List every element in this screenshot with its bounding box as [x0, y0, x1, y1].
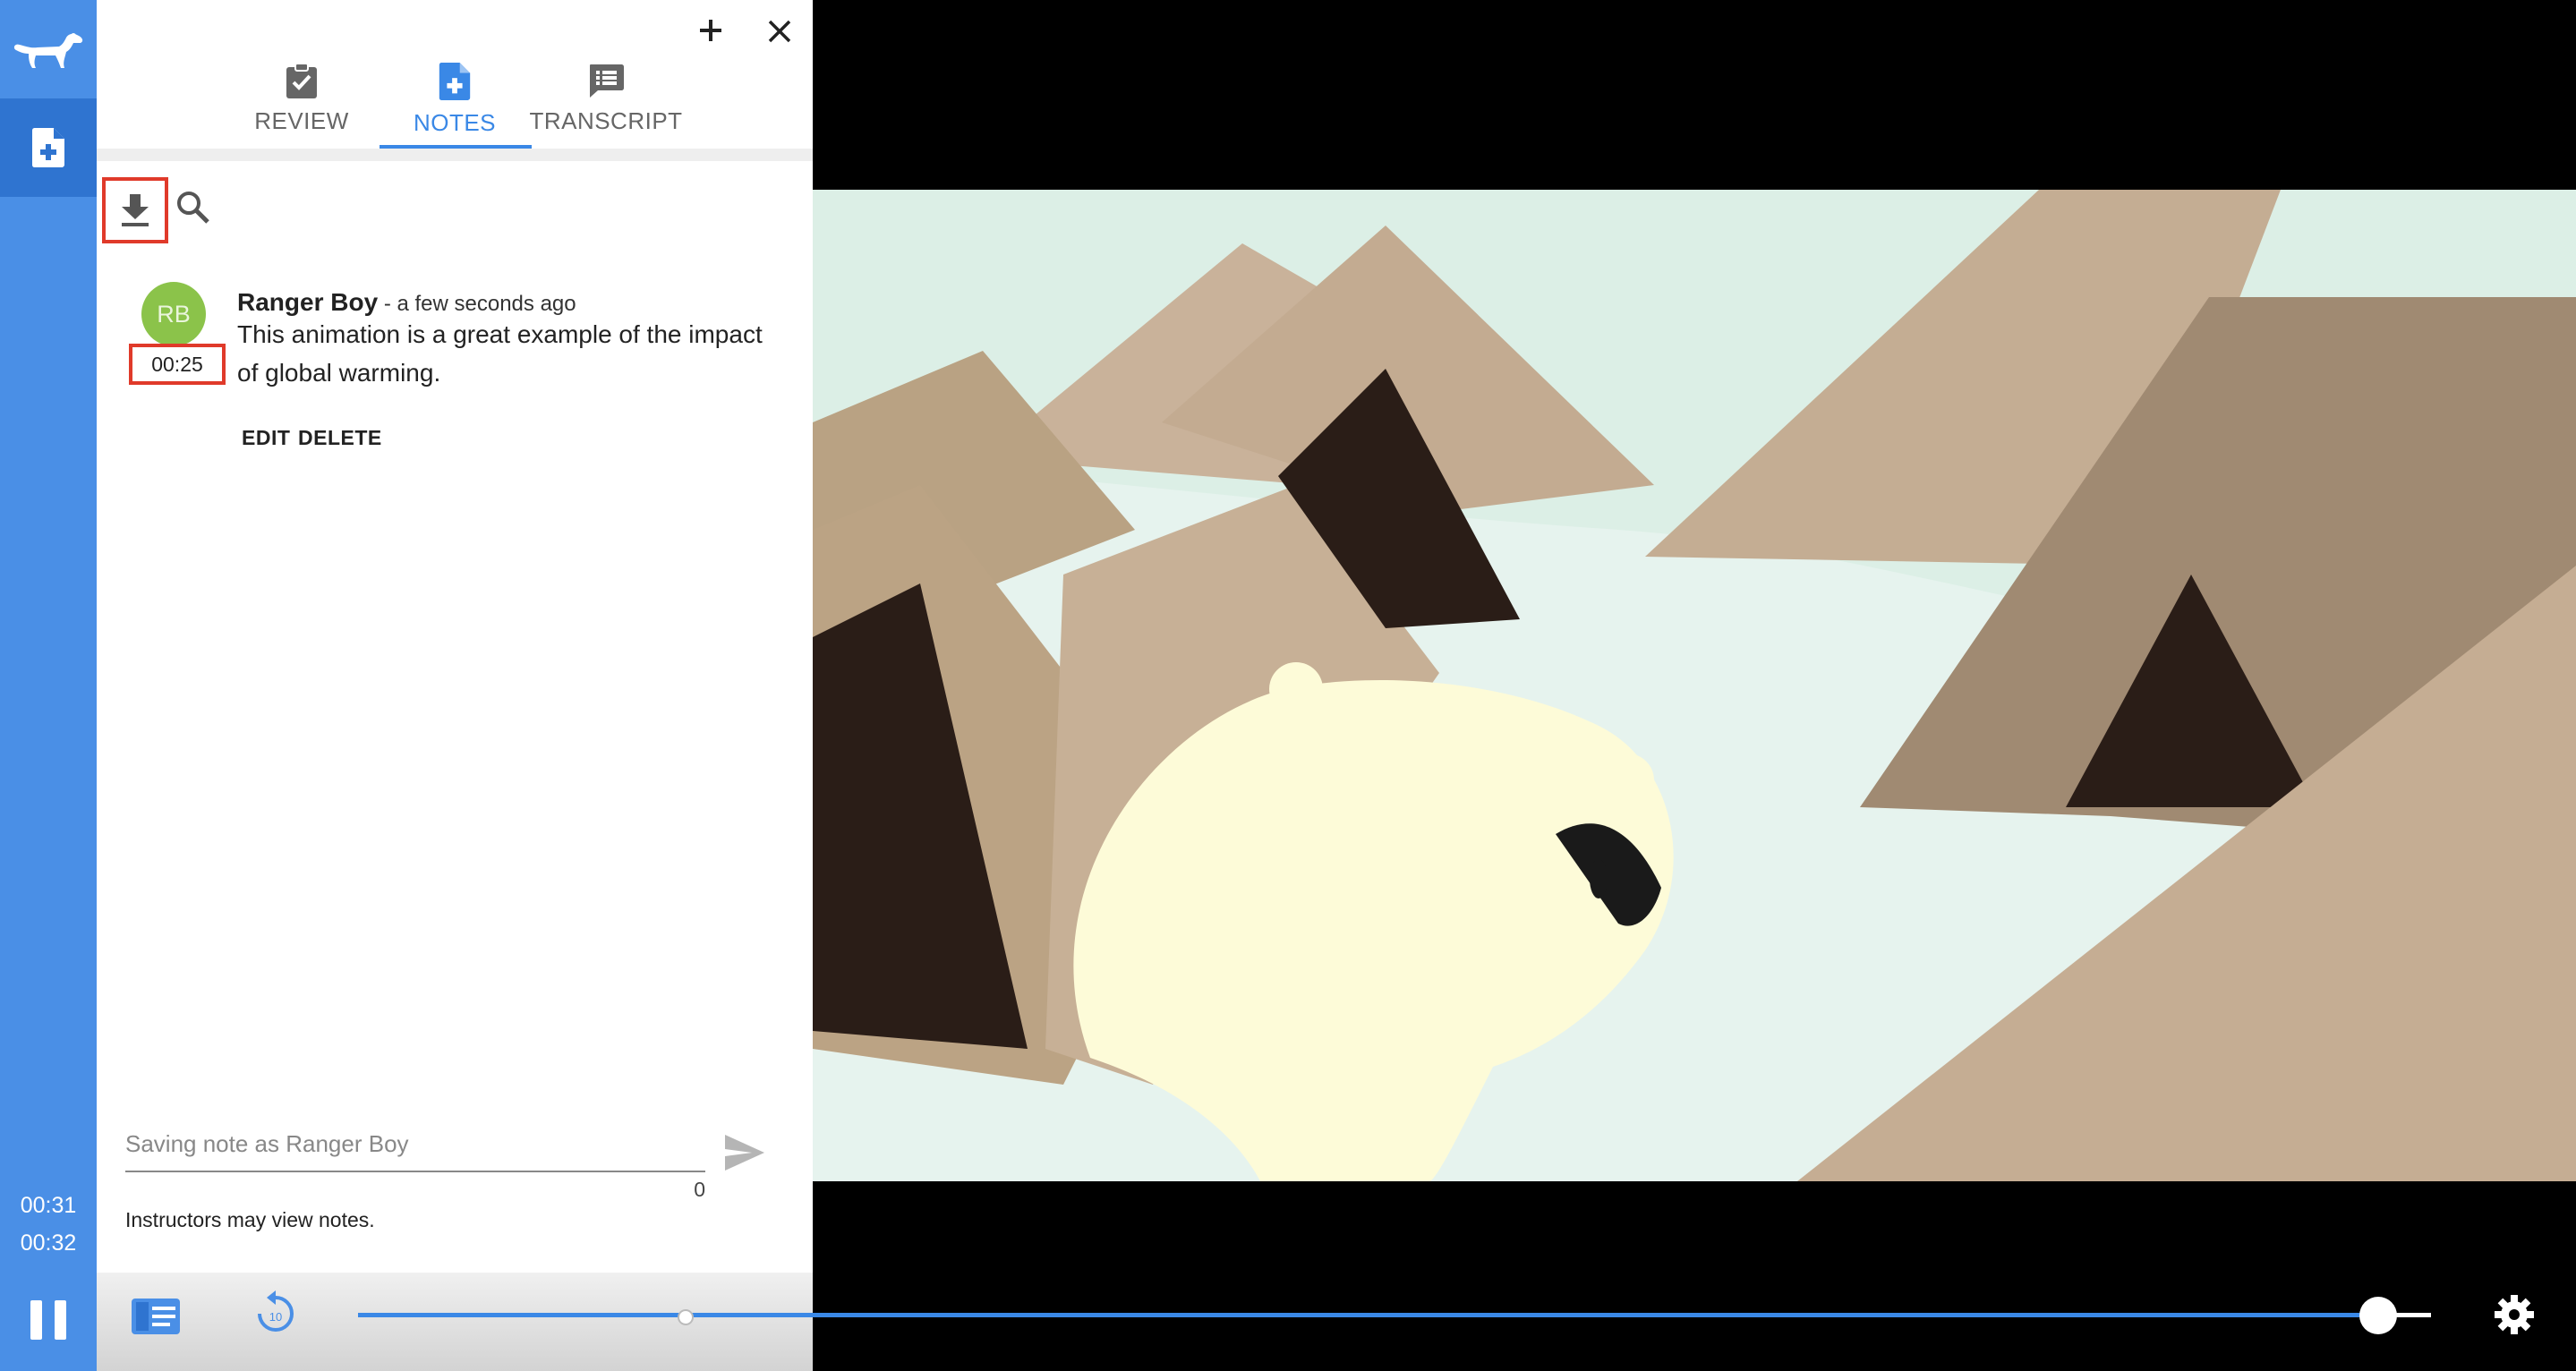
avatar: RB [141, 282, 206, 346]
left-rail: 00:31 00:32 [0, 0, 97, 1371]
tab-transcript[interactable]: TRANSCRIPT [529, 63, 683, 149]
notes-sidebar-button[interactable] [0, 98, 97, 197]
seek-bar-remaining [2395, 1313, 2431, 1317]
replay-10-icon: 10 [258, 1290, 294, 1332]
search-notes-button[interactable] [174, 188, 213, 227]
polar-bear-animation-scene [813, 190, 2576, 1181]
elapsed-time: 00:31 [20, 1193, 77, 1218]
tab-notes-label: NOTES [413, 109, 497, 136]
video-frame[interactable] [813, 190, 2576, 1181]
delete-note-button[interactable]: DELETE [298, 426, 382, 450]
dachshund-logo-icon [0, 0, 97, 97]
note-input[interactable] [125, 1117, 705, 1172]
pause-icon-bar [30, 1300, 42, 1340]
char-count: 0 [694, 1178, 705, 1201]
note-add-icon [439, 63, 471, 100]
clipboard-check-icon [286, 63, 317, 98]
seek-bar-handle[interactable] [2359, 1297, 2397, 1334]
svg-text:10: 10 [269, 1310, 282, 1324]
search-icon [177, 192, 209, 224]
edit-note-button[interactable]: EDIT [242, 426, 290, 450]
pause-icon-bar [55, 1300, 66, 1340]
add-icon[interactable] [695, 14, 727, 47]
download-icon [122, 194, 149, 226]
send-note-button[interactable] [721, 1133, 768, 1172]
note-add-icon [32, 128, 64, 167]
panel-bottom-bar [97, 1273, 813, 1371]
note-timestamp-link[interactable]: 00:25 [129, 344, 226, 385]
panel-divider [97, 149, 813, 161]
note-time-ago: - a few seconds ago [378, 292, 576, 316]
note-author: Ranger Boy [237, 288, 379, 316]
seek-bar-track[interactable] [358, 1313, 2431, 1317]
privacy-notice: Instructors may view notes. [125, 1208, 375, 1231]
settings-button[interactable] [2494, 1294, 2535, 1335]
tab-notes[interactable]: NOTES [394, 63, 516, 149]
captions-toggle-button[interactable] [131, 1298, 181, 1335]
tab-review[interactable]: REVIEW [238, 63, 365, 149]
tab-review-label: REVIEW [254, 107, 349, 134]
note-text: This animation is a great example of the… [237, 320, 763, 387]
download-notes-button[interactable] [102, 177, 168, 243]
gear-icon [2495, 1295, 2534, 1334]
note-header: Ranger Boy - a few seconds ago [237, 288, 576, 317]
captions-icon [132, 1299, 180, 1334]
transcript-icon [590, 64, 624, 98]
send-icon [725, 1135, 764, 1171]
close-icon[interactable] [764, 16, 795, 47]
note-marker[interactable] [678, 1309, 694, 1325]
pause-button[interactable] [20, 1293, 77, 1347]
total-duration: 00:32 [20, 1230, 77, 1256]
tab-transcript-label: TRANSCRIPT [529, 107, 683, 134]
rewind-10-button[interactable]: 10 [254, 1290, 297, 1337]
